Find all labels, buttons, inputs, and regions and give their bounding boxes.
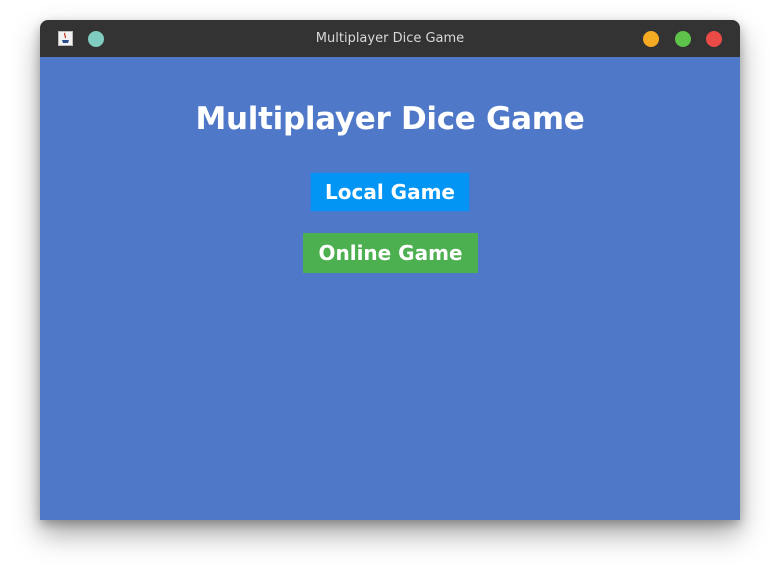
online-game-button[interactable]: Online Game	[303, 233, 478, 273]
maximize-icon[interactable]	[675, 31, 691, 47]
minimize-icon[interactable]	[643, 31, 659, 47]
main-panel: Multiplayer Dice Game Local Game Online …	[40, 57, 740, 520]
title-bar[interactable]: Multiplayer Dice Game	[40, 20, 740, 57]
window-title: Multiplayer Dice Game	[315, 31, 465, 46]
app-window: Multiplayer Dice Game Multiplayer Dice G…	[40, 20, 740, 520]
close-icon[interactable]	[706, 31, 722, 47]
desktop: Multiplayer Dice Game Multiplayer Dice G…	[0, 0, 780, 578]
local-game-button[interactable]: Local Game	[310, 172, 470, 212]
page-title: Multiplayer Dice Game	[195, 101, 585, 137]
